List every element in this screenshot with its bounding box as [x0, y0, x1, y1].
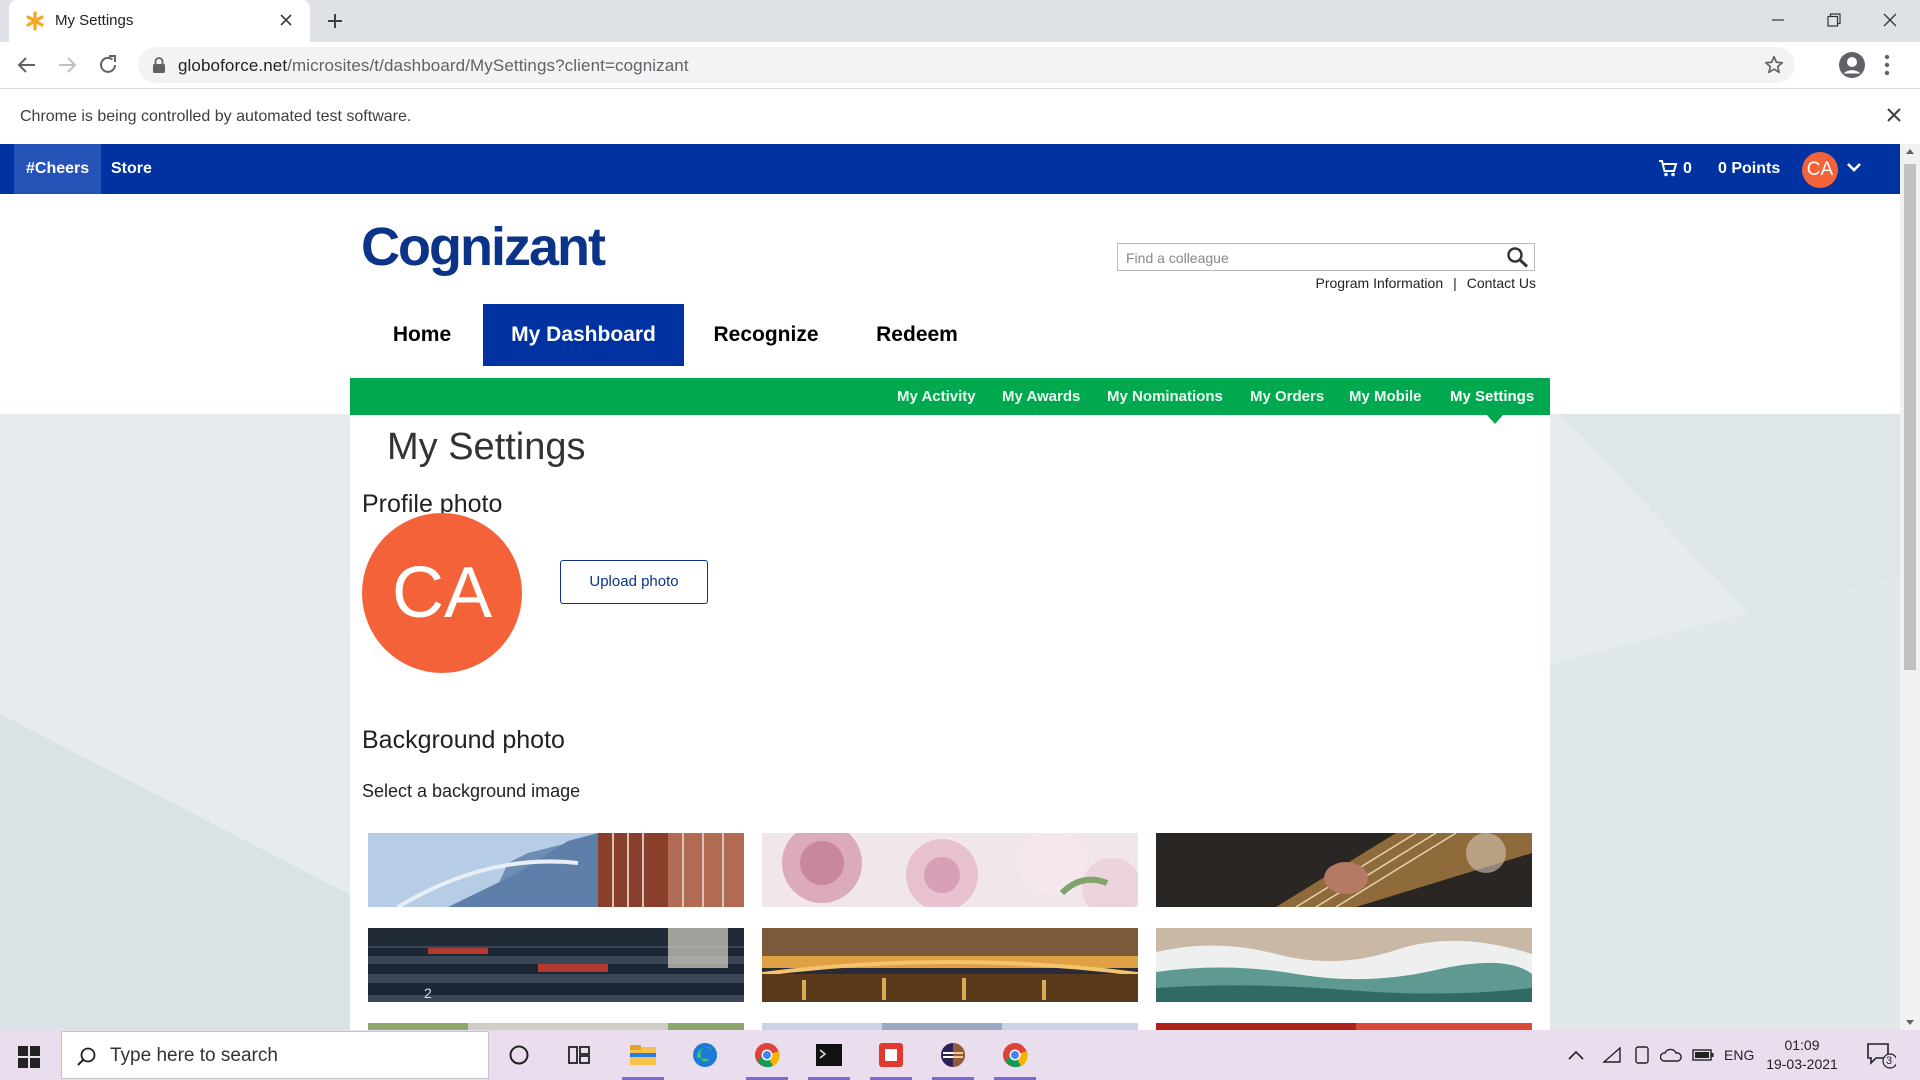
user-avatar[interactable]: CA: [1802, 152, 1838, 188]
notification-center-icon[interactable]: 3: [1866, 1030, 1896, 1080]
scroll-up-icon[interactable]: [1900, 144, 1920, 158]
subnav-my-mobile[interactable]: My Mobile: [1349, 378, 1422, 415]
site-favicon-icon: [25, 11, 45, 31]
background-option-bridge-at-night[interactable]: [762, 928, 1138, 1002]
background-option-green-plants[interactable]: [368, 1023, 744, 1030]
screen-recorder-icon[interactable]: [864, 1030, 918, 1080]
restore-icon[interactable]: [1806, 0, 1862, 40]
nav-redeem[interactable]: Redeem: [857, 304, 977, 366]
eclipse-ide-icon[interactable]: [926, 1030, 980, 1080]
subnav-my-nominations[interactable]: My Nominations: [1107, 378, 1223, 415]
cognizant-logo[interactable]: Cognizant: [361, 216, 606, 278]
background-option-snowy-mountains[interactable]: [762, 1023, 1138, 1030]
automation-notice: Chrome is being controlled by automated …: [20, 108, 412, 125]
clock-time: 01:09: [1784, 1037, 1820, 1053]
scrollbar-thumb[interactable]: [1904, 164, 1916, 670]
background-photo-heading: Background photo: [362, 726, 565, 754]
background-option-red-berries[interactable]: [1156, 1023, 1532, 1030]
upload-photo-button[interactable]: Upload photo: [560, 560, 708, 604]
close-infobar-icon[interactable]: [1886, 107, 1902, 123]
windows-start-icon[interactable]: [18, 1046, 40, 1068]
scroll-down-icon[interactable]: [1900, 1016, 1920, 1030]
task-view-icon[interactable]: [552, 1030, 606, 1080]
close-window-icon[interactable]: [1862, 0, 1918, 40]
profile-avatar: CA: [362, 513, 522, 673]
svg-text:2: 2: [424, 985, 432, 1001]
nav-home[interactable]: Home: [367, 304, 477, 366]
store-link[interactable]: Store: [111, 144, 152, 194]
colleague-search-input[interactable]: [1124, 247, 1488, 269]
onedrive-cloud-icon[interactable]: [1660, 1030, 1682, 1080]
background-subtitle: Select a background image: [362, 781, 581, 801]
background-option-ocean-wave[interactable]: [1156, 928, 1532, 1002]
address-bar[interactable]: globoforce.net/microsites/t/dashboard/My…: [138, 47, 1795, 83]
bookmark-star-icon[interactable]: [1763, 54, 1785, 76]
chrome-icon[interactable]: [988, 1030, 1042, 1080]
edge-browser-icon[interactable]: [678, 1030, 732, 1080]
lock-icon[interactable]: [152, 57, 166, 73]
contact-us-link[interactable]: Contact Us: [1467, 275, 1536, 291]
taskbar-search-placeholder: Type here to search: [110, 1045, 278, 1066]
notification-count: 3: [1886, 1055, 1893, 1067]
input-language[interactable]: ENG: [1724, 1030, 1754, 1080]
tab-title: My Settings: [55, 12, 134, 29]
background-option-pink-roses[interactable]: [762, 833, 1138, 907]
active-indicator-caret: [1487, 415, 1503, 424]
colleague-search: [1117, 243, 1535, 271]
browser-tab-strip: My Settings: [0, 0, 1920, 42]
device-icon[interactable]: [1634, 1030, 1650, 1080]
subnav-my-activity[interactable]: My Activity: [897, 378, 976, 415]
network-icon[interactable]: [1602, 1030, 1622, 1080]
profile-account-icon[interactable]: [1838, 51, 1866, 79]
search-icon[interactable]: [1506, 246, 1530, 268]
file-explorer-icon[interactable]: [616, 1030, 670, 1080]
settings-panel: My Activity My Awards My Nominations My …: [350, 378, 1550, 1030]
browser-toolbar: globoforce.net/microsites/t/dashboard/My…: [0, 42, 1920, 89]
shopping-cart-icon[interactable]: [1658, 159, 1678, 177]
taskbar-search-box[interactable]: Type here to search: [61, 1031, 489, 1079]
show-hidden-icons-icon[interactable]: [1568, 1030, 1584, 1080]
nav-my-dashboard[interactable]: My Dashboard: [483, 304, 684, 366]
new-tab-icon[interactable]: [324, 10, 346, 32]
program-information-link[interactable]: Program Information: [1316, 275, 1444, 291]
close-tab-icon[interactable]: [279, 13, 293, 27]
url-text: globoforce.net/microsites/t/dashboard/My…: [178, 56, 689, 75]
web-page: #Cheers Store 0 0 Points CA Cognizant Pr…: [0, 144, 1900, 1030]
reload-icon[interactable]: [96, 53, 120, 77]
forward-arrow-icon[interactable]: [55, 53, 79, 77]
clock-date: 19-03-2021: [1766, 1056, 1838, 1072]
taskbar-clock[interactable]: 01:09 19-03-2021: [1760, 1036, 1844, 1074]
background-option-stadium-seats[interactable]: 2: [368, 928, 744, 1002]
link-separator: |: [1453, 275, 1457, 291]
terminal-icon[interactable]: [802, 1030, 856, 1080]
search-icon: [76, 1046, 98, 1068]
subnav-my-orders[interactable]: My Orders: [1250, 378, 1324, 415]
chevron-down-icon[interactable]: [1846, 162, 1862, 174]
battery-icon[interactable]: [1692, 1030, 1714, 1080]
utility-links: Program Information | Contact Us: [1316, 275, 1537, 291]
back-arrow-icon[interactable]: [15, 53, 39, 77]
dashboard-subnav: My Activity My Awards My Nominations My …: [350, 378, 1550, 415]
page-scrollbar[interactable]: [1900, 144, 1920, 1030]
top-utility-bar: #Cheers Store 0 0 Points CA: [0, 144, 1900, 194]
cheers-link[interactable]: #Cheers: [14, 144, 102, 194]
page-title: My Settings: [387, 426, 586, 468]
browser-menu-icon[interactable]: [1884, 54, 1890, 76]
cart-count[interactable]: 0: [1683, 144, 1692, 194]
automation-infobar: Chrome is being controlled by automated …: [0, 89, 1920, 145]
background-option-city-building[interactable]: [368, 833, 744, 907]
minimize-icon[interactable]: [1750, 0, 1806, 40]
background-option-guitar[interactable]: [1156, 833, 1532, 907]
windows-taskbar: Type here to search ENG 01:09 19-03-2021…: [0, 1030, 1920, 1080]
nav-recognize[interactable]: Recognize: [701, 304, 831, 366]
points-balance[interactable]: 0 Points: [1718, 144, 1780, 194]
subnav-my-settings[interactable]: My Settings: [1450, 378, 1534, 415]
subnav-my-awards[interactable]: My Awards: [1002, 378, 1080, 415]
browser-tab[interactable]: My Settings: [9, 0, 310, 42]
chrome-icon[interactable]: [740, 1030, 794, 1080]
cortana-icon[interactable]: [492, 1030, 546, 1080]
